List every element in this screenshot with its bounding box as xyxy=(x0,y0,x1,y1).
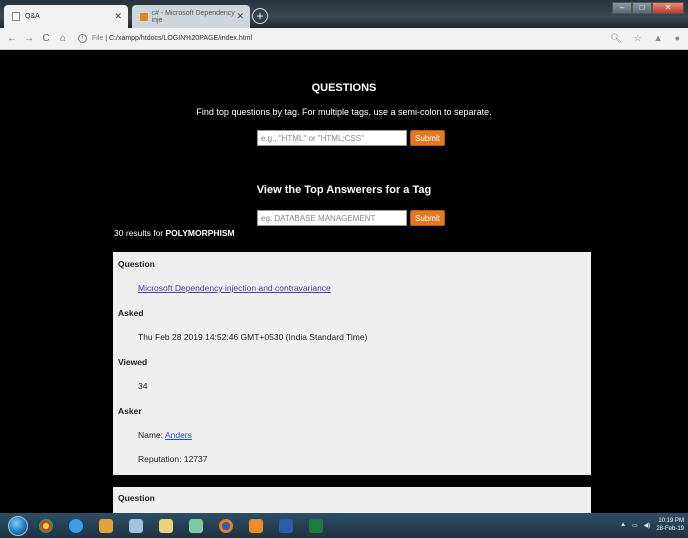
tab-title: Q&A xyxy=(25,13,40,20)
questions-form: Submit xyxy=(257,130,445,146)
chrome-taskbar-icon[interactable] xyxy=(34,516,58,536)
browser-tab-bar: Q&A ✕ c# - Microsoft Dependency inje ✕ +… xyxy=(0,0,688,28)
media-taskbar-icon[interactable] xyxy=(94,516,118,536)
asked-value: Thu Feb 28 2019 14:52:46 GMT+0530 (India… xyxy=(138,332,368,342)
ie-taskbar-icon[interactable] xyxy=(64,516,88,536)
results-count-text: 30 results for xyxy=(114,228,164,238)
tray-arrow-icon[interactable]: ▲ xyxy=(620,522,626,528)
name-prefix: Name: xyxy=(138,430,164,440)
close-tab-icon[interactable]: ✕ xyxy=(114,11,122,22)
new-tab-button[interactable]: + xyxy=(252,8,268,24)
question-link[interactable]: Microsoft Dependency injection and contr… xyxy=(138,283,331,293)
close-window-button[interactable]: ✕ xyxy=(652,2,684,14)
results-count: 30 results for POLYMORPHISM xyxy=(114,228,235,238)
forward-arrow-icon[interactable]: → xyxy=(24,33,34,44)
url-text: C:/xampp/htdocs/LOGIN%20PAGE/index.html xyxy=(109,35,253,42)
answerers-form: Submit xyxy=(257,210,445,226)
url-scheme-label: File xyxy=(92,35,104,42)
clock-time: 10:19 PM xyxy=(658,518,684,524)
xampp-taskbar-icon[interactable] xyxy=(244,516,268,536)
answerers-tag-input[interactable] xyxy=(257,210,407,226)
minimize-button[interactable]: – xyxy=(612,2,632,14)
excel-taskbar-icon[interactable] xyxy=(304,516,328,536)
tab-qa[interactable]: Q&A ✕ xyxy=(4,5,128,28)
bookmark-star-icon[interactable]: ☆ xyxy=(634,33,642,44)
toolbar-icons: 🔍︎ ☆ ▲ ● xyxy=(610,33,680,44)
info-icon[interactable]: i xyxy=(78,34,87,43)
viewed-label: Viewed xyxy=(118,357,148,367)
start-button[interactable] xyxy=(8,515,28,536)
tab-title: c# - Microsoft Dependency inje xyxy=(151,9,235,24)
asker-name-line: Name: Anders xyxy=(138,430,192,440)
page-content: QUESTIONS Find top questions by tag. For… xyxy=(0,50,688,513)
folder-taskbar-icon[interactable] xyxy=(154,516,178,536)
reload-icon[interactable]: C xyxy=(41,33,51,44)
question-label: Question xyxy=(118,493,155,503)
page-icon xyxy=(12,12,20,21)
close-tab-icon[interactable]: ✕ xyxy=(236,11,244,22)
system-tray: ▲ ▭ ◀) 10:19 PM 28-Feb-19 xyxy=(620,517,684,533)
windows-taskbar: ▲ ▭ ◀) 10:19 PM 28-Feb-19 xyxy=(0,513,688,538)
question-card: Question xyxy=(113,487,591,513)
question-card: Question Microsoft Dependency injection … xyxy=(113,252,591,475)
extension-icon[interactable]: ▲ xyxy=(654,33,663,44)
top-answerers-heading: View the Top Answerers for a Tag xyxy=(256,184,432,196)
notepad-taskbar-icon[interactable] xyxy=(184,516,208,536)
viewed-value: 34 xyxy=(138,381,148,391)
answerers-submit-button[interactable]: Submit xyxy=(410,210,445,226)
zoom-icon[interactable]: 🔍︎ xyxy=(610,33,621,44)
questions-instructions: Find top questions by tag. For multiple … xyxy=(196,107,492,117)
asker-label: Asker xyxy=(118,406,142,416)
home-icon[interactable]: ⌂ xyxy=(58,33,68,44)
firefox-taskbar-icon[interactable] xyxy=(214,516,238,536)
network-icon[interactable]: ▭ xyxy=(632,522,638,529)
volume-icon[interactable]: ◀) xyxy=(644,522,651,529)
maximize-button[interactable]: □ xyxy=(632,2,652,14)
questions-heading: QUESTIONS xyxy=(311,82,377,94)
asker-reputation: Reputation: 12737 xyxy=(138,454,208,464)
tags-input[interactable] xyxy=(257,130,407,146)
results-tag: POLYMORPHISM xyxy=(165,228,235,238)
url-field[interactable]: File | C:/xampp/htdocs/LOGIN%20PAGE/inde… xyxy=(92,35,252,42)
address-bar: ← → C ⌂ i File | C:/xampp/htdocs/LOGIN%2… xyxy=(0,28,688,50)
clock-date: 28-Feb-19 xyxy=(656,526,684,532)
asker-name-link[interactable]: Anders xyxy=(165,430,192,440)
questions-submit-button[interactable]: Submit xyxy=(410,130,445,146)
window-controls: – □ ✕ xyxy=(612,2,684,14)
word-taskbar-icon[interactable] xyxy=(274,516,298,536)
tab-stackoverflow[interactable]: c# - Microsoft Dependency inje ✕ xyxy=(132,5,250,28)
question-label: Question xyxy=(118,259,155,269)
explorer-file-icon[interactable] xyxy=(124,516,148,536)
stackoverflow-icon xyxy=(140,12,148,21)
asked-label: Asked xyxy=(118,308,144,318)
profile-icon[interactable]: ● xyxy=(675,33,680,44)
clock[interactable]: 10:19 PM 28-Feb-19 xyxy=(656,517,684,533)
back-arrow-icon[interactable]: ← xyxy=(7,33,17,44)
